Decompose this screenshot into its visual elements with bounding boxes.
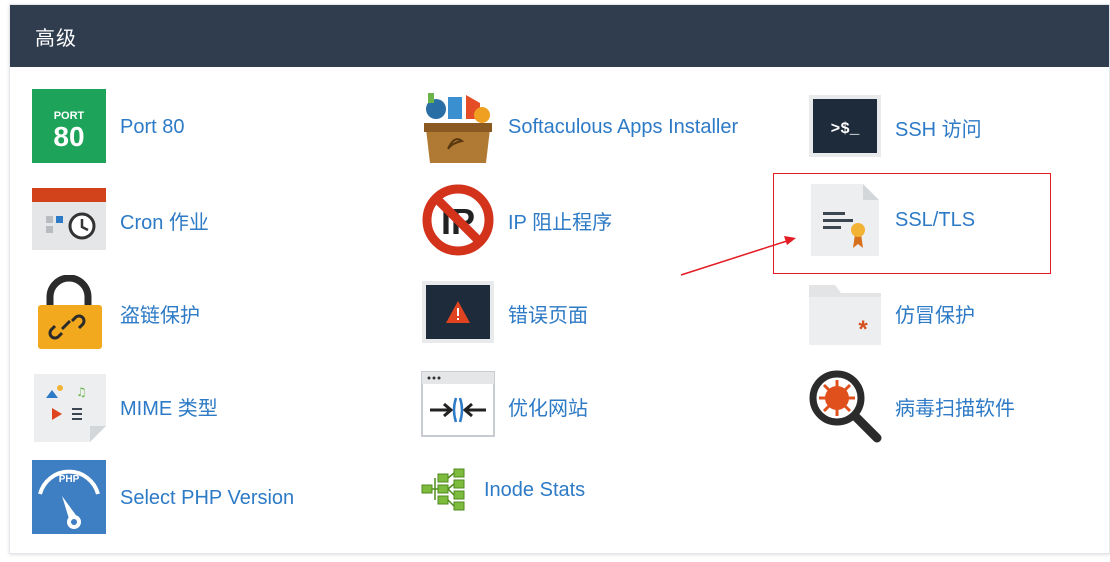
svg-text:PHP: PHP [59,474,80,485]
softaculous-icon [420,89,496,165]
cron-label[interactable]: Cron 作业 [120,206,209,235]
item-select-php[interactable]: PHP Select PHP Version [32,460,294,536]
port-80-icon: PORT 80 [32,89,108,165]
item-softaculous[interactable]: Softaculous Apps Installer [420,89,738,165]
port-80-label[interactable]: Port 80 [120,116,184,139]
svg-text:80: 80 [53,121,84,152]
virus-magnifier-icon [807,368,883,444]
mime-label[interactable]: MIME 类型 [120,392,218,421]
svg-text:*: * [858,316,868,343]
ip-block-icon: IP [420,182,496,258]
virus-scanner-label[interactable]: 病毒扫描软件 [895,392,1015,421]
optimize-label[interactable]: 优化网站 [508,392,588,421]
panel-title: 高级 [35,27,77,50]
panel-header: 高级 [10,5,1109,67]
select-php-label[interactable]: Select PHP Version [120,487,294,510]
item-ssh[interactable]: >$_ SSH 访问 [807,89,982,165]
error-pages-label[interactable]: 错误页面 [508,299,588,328]
padlock-link-icon [32,274,108,351]
leech-protect-label[interactable]: 仿冒保护 [895,299,975,328]
item-hotlink[interactable]: 盗链保护 [32,274,200,351]
mime-file-icon: ♫ [32,368,108,444]
item-optimize[interactable]: 优化网站 [420,368,588,444]
error-warning-icon [420,275,496,351]
svg-text:♫: ♫ [76,385,87,399]
item-error-pages[interactable]: 错误页面 [420,275,588,351]
item-port-80[interactable]: PORT 80 Port 80 [32,89,184,165]
annotation-highlight-box [773,173,1051,274]
php-gauge-icon: PHP [32,460,108,536]
optimize-compress-icon [420,368,496,444]
item-leech-protect[interactable]: * 仿冒保护 [807,275,975,351]
item-ip-blocker[interactable]: IP IP 阻止程序 [420,182,612,258]
terminal-icon: >$_ [807,89,883,165]
inode-tree-icon [420,452,476,528]
item-inode-stats[interactable]: Inode Stats [420,452,585,528]
softaculous-label[interactable]: Softaculous Apps Installer [508,116,738,139]
inode-stats-label[interactable]: Inode Stats [484,479,585,502]
ssh-label[interactable]: SSH 访问 [895,113,982,142]
item-cron[interactable]: Cron 作业 [32,182,209,258]
calendar-clock-icon [32,182,108,258]
item-virus-scanner[interactable]: 病毒扫描软件 [807,368,1015,444]
hotlink-label[interactable]: 盗链保护 [120,299,200,328]
ip-blocker-label[interactable]: IP 阻止程序 [508,206,612,235]
item-mime[interactable]: ♫ MIME 类型 [32,368,218,444]
svg-text:>$_: >$_ [831,120,860,138]
folder-asterisk-icon: * [807,275,883,351]
